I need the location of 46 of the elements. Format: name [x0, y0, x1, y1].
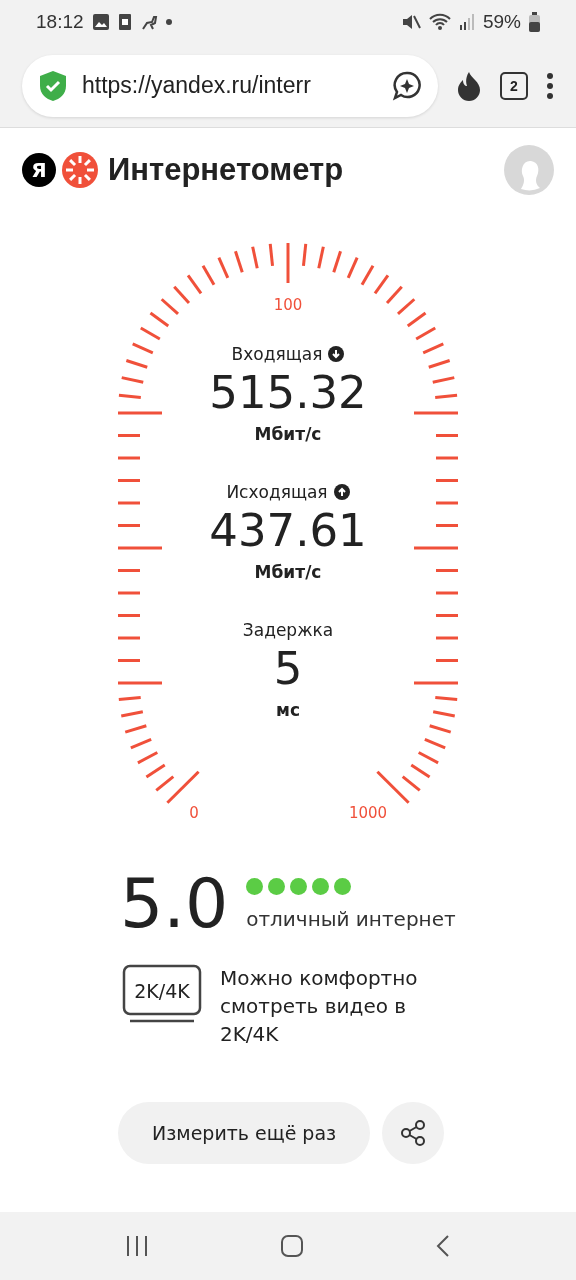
rating-score: 5.0	[120, 866, 229, 942]
rating-dot	[312, 877, 330, 895]
address-bar[interactable]: https://yandex.ru/interr	[22, 54, 438, 117]
metric-label: Входящая	[231, 344, 323, 364]
upload-icon	[333, 484, 350, 500]
recent-apps-icon[interactable]	[125, 1235, 150, 1257]
back-icon[interactable]	[434, 1234, 451, 1258]
shield-check-icon	[38, 69, 68, 102]
page-title: Интернетометр	[108, 152, 345, 188]
scale-label: 0	[189, 804, 199, 822]
dot-icon	[165, 19, 172, 25]
metric-value: 437.61	[209, 504, 367, 558]
download-icon	[328, 346, 345, 362]
rating-dot	[290, 877, 308, 895]
scale-label: 100	[273, 296, 303, 314]
logo-letter[interactable]: Я	[22, 153, 56, 187]
metric-value: 5	[273, 642, 303, 696]
rating-verdict: отличный интернет	[246, 906, 456, 931]
metric-label: Задержка	[242, 620, 334, 640]
tab-count[interactable]: 2	[500, 71, 528, 100]
rating-dot	[246, 877, 264, 895]
retest-button[interactable]: Измерить ещё раз	[118, 1102, 371, 1164]
signal-icon	[458, 13, 475, 31]
sim-icon	[117, 13, 132, 31]
mute-icon	[400, 13, 421, 31]
home-icon[interactable]	[280, 1234, 304, 1258]
metric-unit: Мбит/с	[254, 562, 322, 582]
metric-value: 515.32	[209, 366, 367, 420]
chat-sparkle-icon[interactable]	[392, 70, 422, 101]
metric-label: Исходящая	[226, 482, 328, 502]
battery-percent: 59%	[482, 11, 521, 33]
sun-logo-icon	[62, 152, 98, 188]
wifi-icon	[428, 13, 451, 31]
more-icon[interactable]	[546, 71, 554, 100]
image-icon	[91, 13, 110, 31]
flame-icon[interactable]	[456, 70, 482, 101]
rating-dot	[334, 877, 352, 895]
url-text: https://yandex.ru/interr	[82, 72, 312, 99]
battery-icon	[529, 12, 540, 32]
metric-unit: мс	[276, 700, 300, 720]
share-icon	[400, 1120, 427, 1146]
rating-dot	[268, 877, 286, 895]
scale-label: 1000	[348, 804, 388, 822]
video-quality-text: Можно комфортно смотреть видео в 2K/4K	[220, 965, 419, 1048]
metric-unit: Мбит/с	[254, 424, 322, 444]
clock: 18:12	[36, 11, 84, 33]
